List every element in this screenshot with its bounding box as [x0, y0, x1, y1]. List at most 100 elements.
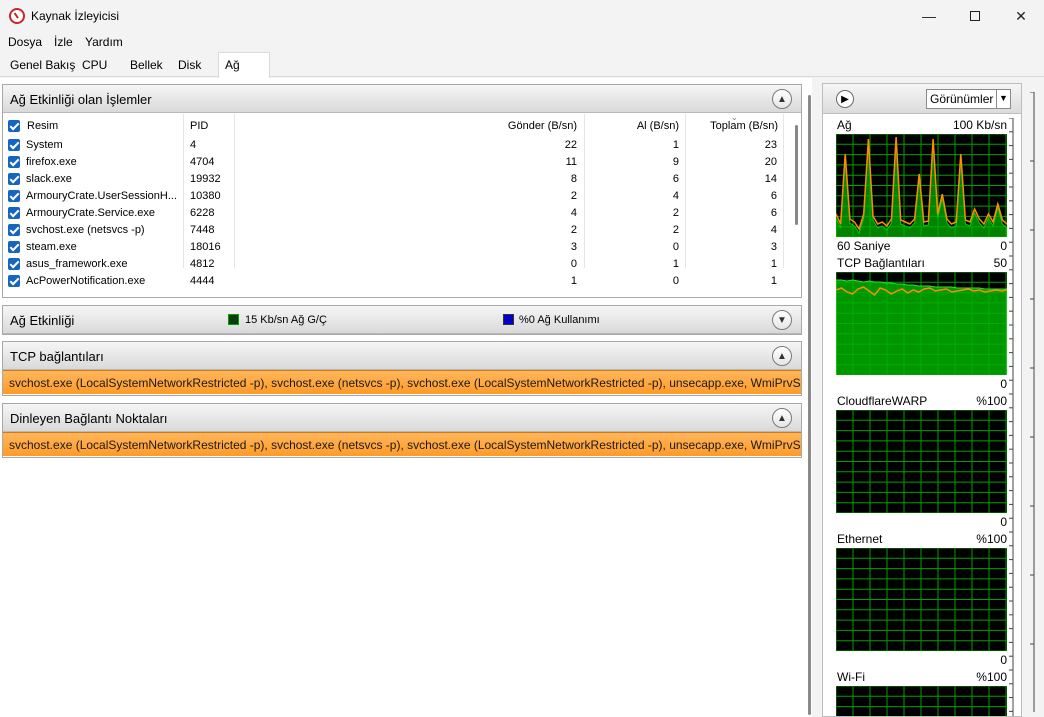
graph-max: 50 — [993, 256, 1007, 270]
collapse-button[interactable]: ▲ — [772, 408, 792, 428]
graph-max: 100 Kb/sn — [952, 118, 1007, 132]
tcp-connections-section: TCP bağlantıları ▲ svchost.exe (LocalSys… — [2, 341, 802, 396]
graphs-scrollbar[interactable] — [1030, 92, 1036, 712]
column-image[interactable]: Resim — [27, 120, 58, 132]
network-graph — [836, 134, 1007, 237]
row-checkbox[interactable] — [8, 156, 20, 168]
toggle-pane-button[interactable]: ▶ — [836, 90, 854, 108]
chevron-down-icon: ▼ — [777, 314, 787, 326]
image-cell: ArmouryCrate.Service.exe — [26, 207, 155, 219]
collapse-button[interactable]: ▲ — [772, 89, 792, 109]
pid-cell: 7448 — [190, 224, 215, 236]
menu-monitor[interactable]: İzle — [54, 35, 73, 49]
network-io-legend-icon — [228, 314, 239, 325]
table-scrollbar[interactable] — [795, 125, 798, 225]
section-title: Ağ Etkinliği olan İşlemler — [10, 92, 152, 107]
pid-cell: 4444 — [190, 275, 215, 287]
row-checkbox[interactable] — [8, 224, 20, 236]
total-cell: 3 — [770, 241, 777, 253]
row-checkbox[interactable] — [8, 275, 20, 287]
total-cell: 6 — [770, 207, 777, 219]
image-cell: svchost.exe (netsvcs -p) — [26, 224, 145, 236]
wifi-graph — [836, 686, 1007, 716]
listening-summary-strip[interactable]: svchost.exe (LocalSystemNetworkRestricte… — [3, 432, 801, 456]
send-cell: 4 — [570, 207, 577, 219]
views-dropdown[interactable]: Görünümler ▼ — [926, 89, 1011, 109]
column-receive[interactable]: Al (B/sn) — [589, 120, 679, 132]
tab-overview[interactable]: Genel Bakış — [4, 54, 81, 77]
minimize-icon: — — [922, 8, 936, 24]
row-checkbox[interactable] — [8, 139, 20, 151]
pid-cell: 4704 — [190, 156, 215, 168]
tab-disk[interactable]: Disk — [172, 54, 207, 77]
column-pid[interactable]: PID — [190, 120, 208, 132]
section-title: Dinleyen Bağlantı Noktaları — [10, 411, 168, 426]
table-row[interactable]: asus_framework.exe 4812 0 1 1 — [3, 256, 793, 273]
details-scrollbar[interactable] — [808, 95, 811, 715]
graph-title: Ethernet — [837, 532, 883, 546]
dropdown-arrow-icon: ▼ — [996, 90, 1010, 108]
total-cell: 20 — [764, 156, 777, 168]
table-row[interactable]: steam.exe 18016 3 0 3 — [3, 239, 793, 256]
image-cell: slack.exe — [26, 173, 72, 185]
row-checkbox[interactable] — [8, 207, 20, 219]
pid-cell: 4812 — [190, 258, 215, 270]
select-all-checkbox[interactable] — [8, 120, 20, 132]
row-checkbox[interactable] — [8, 173, 20, 185]
graphs-header: ▶ Görünümler ▼ — [823, 84, 1021, 114]
table-row[interactable]: firefox.exe 4704 11 9 20 — [3, 154, 793, 171]
image-cell: ArmouryCrate.UserSessionH... — [26, 190, 177, 202]
send-cell: 0 — [570, 258, 577, 270]
receive-cell: 2 — [672, 207, 679, 219]
pid-cell: 10380 — [190, 190, 221, 202]
row-checkbox[interactable] — [8, 241, 20, 253]
close-button[interactable]: ✕ — [998, 0, 1044, 32]
total-cell: 1 — [770, 275, 777, 287]
graph-title: Wi-Fi — [837, 670, 865, 684]
row-checkbox[interactable] — [8, 190, 20, 202]
network-activity-header[interactable]: Ağ Etkinliği 15 Kb/sn Ağ G/Ç %0 Ağ Kulla… — [3, 306, 801, 334]
graph-footer-right: 0 — [1000, 653, 1007, 667]
network-processes-section: Ağ Etkinliği olan İşlemler ▲ Resim PID G… — [2, 84, 802, 298]
chevron-up-icon: ▲ — [777, 412, 787, 424]
listening-ports-header[interactable]: Dinleyen Bağlantı Noktaları ▲ — [3, 404, 801, 432]
maximize-button[interactable] — [952, 0, 998, 32]
maximize-icon — [970, 11, 980, 21]
pid-cell: 6228 — [190, 207, 215, 219]
collapse-button[interactable]: ▲ — [772, 346, 792, 366]
graph-footer-right: 0 — [1000, 515, 1007, 529]
tcp-connections-header[interactable]: TCP bağlantıları ▲ — [3, 342, 801, 370]
pid-cell: 18016 — [190, 241, 221, 253]
chevron-right-icon: ▶ — [841, 93, 849, 105]
network-processes-header[interactable]: Ağ Etkinliği olan İşlemler ▲ — [3, 85, 801, 113]
table-row[interactable]: svchost.exe (netsvcs -p) 7448 2 2 4 — [3, 222, 793, 239]
receive-cell: 1 — [672, 139, 679, 151]
table-row[interactable]: ArmouryCrate.Service.exe 6228 4 2 6 — [3, 205, 793, 222]
graph-footer-right: 0 — [1000, 377, 1007, 391]
graph-scale-ticks — [1009, 118, 1014, 716]
table-row[interactable]: slack.exe 19932 8 6 14 — [3, 171, 793, 188]
send-cell: 3 — [570, 241, 577, 253]
tab-cpu[interactable]: CPU — [76, 54, 113, 77]
table-row[interactable]: AcPowerNotification.exe 4444 1 0 1 — [3, 273, 793, 290]
table-row[interactable]: System 4 22 1 23 — [3, 137, 793, 154]
tab-memory[interactable]: Bellek — [124, 54, 169, 77]
send-cell: 22 — [564, 139, 577, 151]
minimize-button[interactable]: — — [906, 0, 952, 32]
expand-button[interactable]: ▼ — [772, 310, 792, 330]
tab-network[interactable]: Ağ — [218, 52, 270, 78]
graph-max: %100 — [976, 394, 1007, 408]
graph-footer-left: 60 Saniye — [837, 239, 891, 253]
chevron-up-icon: ▲ — [777, 93, 787, 105]
row-checkbox[interactable] — [8, 258, 20, 270]
menu-file[interactable]: Dosya — [8, 35, 42, 49]
section-title: Ağ Etkinliği — [10, 313, 75, 328]
total-cell: 14 — [764, 173, 777, 185]
menu-help[interactable]: Yardım — [85, 35, 123, 49]
table-row[interactable]: ArmouryCrate.UserSessionH... 10380 2 4 6 — [3, 188, 793, 205]
receive-cell: 6 — [672, 173, 679, 185]
column-send[interactable]: Gönder (B/sn) — [481, 120, 577, 132]
total-cell: 23 — [764, 139, 777, 151]
tcp-summary-strip[interactable]: svchost.exe (LocalSystemNetworkRestricte… — [3, 370, 801, 394]
network-activity-section: Ağ Etkinliği 15 Kb/sn Ağ G/Ç %0 Ağ Kulla… — [2, 305, 802, 335]
